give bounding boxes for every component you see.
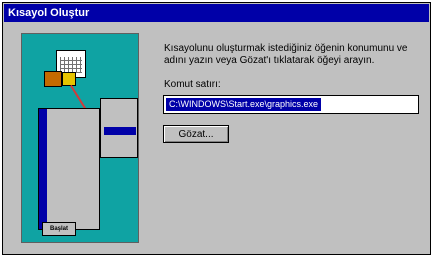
submenu-line — [103, 103, 135, 110]
command-line-label: Komut satırı: — [164, 79, 221, 90]
submenu-line — [103, 135, 135, 142]
start-menu-line — [49, 155, 95, 164]
wizard-illustration: Başlat — [21, 33, 139, 243]
start-menu-banner — [39, 109, 47, 229]
start-menu-graphic — [38, 108, 100, 230]
submenu-line — [103, 119, 135, 126]
start-menu-line — [49, 167, 95, 176]
start-menu-line — [49, 199, 95, 208]
command-line-input[interactable]: C:\WINDOWS\Start.exe\graphics.exe — [163, 95, 419, 114]
create-shortcut-dialog: Kısayol Oluştur Başlat Kısayolunu oluştu… — [2, 2, 431, 255]
folder-icon — [62, 72, 76, 86]
illustration-scene: Başlat — [22, 34, 138, 242]
submenu-line — [103, 143, 135, 150]
title-bar: Kısayol Oluştur — [4, 4, 429, 22]
instruction-text: Kısayolunu oluşturmak istediğiniz öğenin… — [164, 43, 408, 66]
command-line-value[interactable]: C:\WINDOWS\Start.exe\graphics.exe — [166, 98, 322, 111]
start-menu-line — [49, 131, 95, 140]
start-button-graphic: Başlat — [42, 222, 76, 236]
calendar-grid — [60, 57, 82, 73]
briefcase-icon — [44, 71, 62, 87]
start-menu-line — [49, 179, 95, 188]
submenu-highlight — [104, 127, 136, 135]
submenu-line — [103, 111, 135, 118]
browse-button[interactable]: Gözat... — [163, 125, 229, 143]
start-menu-line — [49, 143, 95, 152]
start-menu-line — [49, 119, 95, 128]
